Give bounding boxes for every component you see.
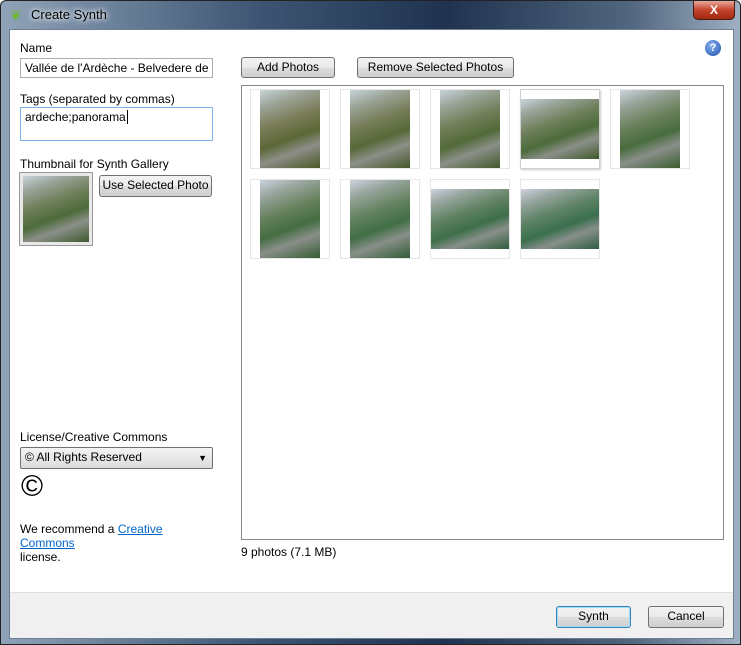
- recommend-text: We recommend a Creative Commons license.: [20, 522, 220, 564]
- name-label: Name: [20, 41, 53, 55]
- photo-thumbnail[interactable]: [520, 89, 600, 169]
- photo-image: [260, 90, 320, 168]
- chevron-down-icon: ▼: [198, 453, 207, 463]
- photo-thumbnail[interactable]: [430, 179, 510, 259]
- license-select[interactable]: © All Rights Reserved ▼: [20, 447, 213, 469]
- window-title: Create Synth: [31, 7, 107, 22]
- photo-list[interactable]: [241, 85, 724, 540]
- photo-image: [431, 189, 509, 249]
- photo-thumbnail[interactable]: [430, 89, 510, 169]
- help-icon[interactable]: ?: [705, 40, 721, 56]
- use-selected-photo-button[interactable]: Use Selected Photo: [99, 175, 212, 197]
- photo-thumbnail[interactable]: [340, 89, 420, 169]
- recommend-prefix: We recommend a: [20, 522, 118, 536]
- recommend-suffix: license.: [20, 550, 61, 564]
- license-value: © All Rights Reserved: [25, 450, 142, 464]
- thumbnail-preview: [19, 172, 93, 246]
- tags-input[interactable]: ardeche;panorama: [20, 107, 213, 141]
- photo-thumbnail[interactable]: [610, 89, 690, 169]
- synth-button[interactable]: Synth: [556, 606, 631, 628]
- add-photos-button[interactable]: Add Photos: [241, 57, 335, 78]
- name-input[interactable]: Vallée de l'Ardèche - Belvedere de la M: [20, 58, 213, 78]
- photosynth-leaf-icon: ❦: [10, 7, 22, 23]
- tags-label: Tags (separated by commas): [20, 92, 175, 106]
- photo-image: [521, 189, 599, 249]
- photo-image: [440, 90, 500, 168]
- photo-count-status: 9 photos (7.1 MB): [241, 545, 337, 559]
- thumbnail-label: Thumbnail for Synth Gallery: [20, 157, 169, 171]
- license-label: License/Creative Commons: [20, 430, 168, 444]
- photo-thumbnail[interactable]: [250, 179, 330, 259]
- copyright-icon: ©: [21, 470, 44, 503]
- photo-thumbnail[interactable]: [250, 89, 330, 169]
- text-cursor: [126, 110, 128, 124]
- cancel-button[interactable]: Cancel: [648, 606, 724, 628]
- photo-thumbnail[interactable]: [340, 179, 420, 259]
- photo-image: [350, 180, 410, 258]
- remove-selected-photos-button[interactable]: Remove Selected Photos: [357, 57, 514, 78]
- dialog-footer: Synth Cancel: [10, 592, 733, 638]
- create-synth-window: ❦ Create Synth X Name Vallée de l'Ardèch…: [0, 0, 741, 645]
- photo-image: [350, 90, 410, 168]
- photo-image: [521, 99, 599, 159]
- close-button[interactable]: X: [693, 1, 735, 20]
- dialog-body: Name Vallée de l'Ardèche - Belvedere de …: [9, 29, 734, 639]
- photo-image: [620, 90, 680, 168]
- photo-thumbnail[interactable]: [520, 179, 600, 259]
- photo-image: [260, 180, 320, 258]
- tags-value: ardeche;panorama: [25, 110, 126, 124]
